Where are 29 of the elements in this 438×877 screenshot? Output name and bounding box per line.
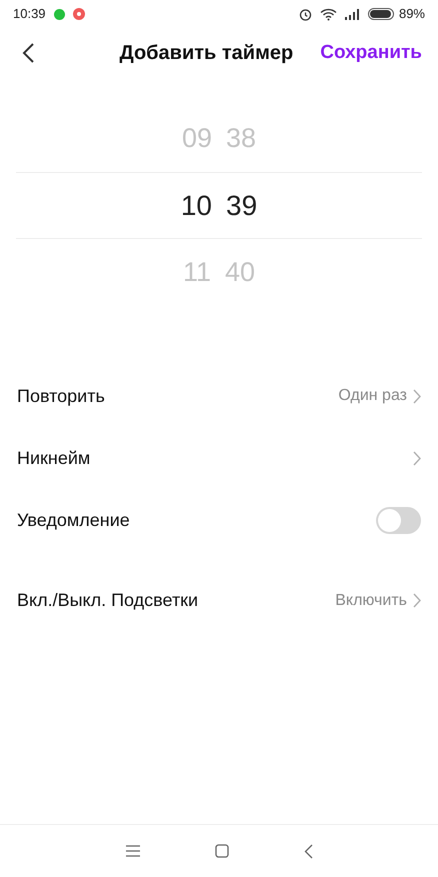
chevron-right-icon	[413, 388, 421, 404]
setting-value: Один раз	[338, 386, 407, 406]
setting-label: Уведомление	[17, 508, 131, 532]
alarm-icon	[298, 8, 312, 20]
settings-row[interactable]: Уведомление	[17, 489, 421, 551]
wifi-icon	[320, 8, 337, 20]
status-time: 10:39	[13, 5, 46, 24]
record-icon	[72, 8, 85, 20]
toggle-switch[interactable]	[376, 506, 421, 534]
battery-icon	[368, 8, 395, 20]
setting-value: Включить	[335, 590, 407, 610]
chevron-right-icon	[413, 593, 421, 608]
signal-icon	[344, 8, 360, 20]
save-button[interactable]: Сохранить	[320, 38, 422, 68]
chevron-right-icon	[413, 450, 421, 466]
settings-row[interactable]: Вкл./Выкл. Подсветки Включить	[17, 570, 421, 631]
minute-value[interactable]: 39	[226, 184, 258, 226]
menu-icon[interactable]	[126, 845, 140, 857]
setting-label: Вкл./Выкл. Подсветки	[17, 589, 200, 612]
hour-value[interactable]: 10	[180, 184, 212, 226]
chat-app-icon	[54, 8, 65, 20]
back-icon[interactable]	[304, 844, 312, 858]
setting-label: Никнейм	[17, 446, 92, 470]
settings-row[interactable]: Никнейм	[17, 427, 421, 489]
page-title: Добавить таймер	[119, 41, 294, 66]
settings-row[interactable]: Повторить Один раз	[17, 365, 421, 427]
battery-percent: 89%	[398, 5, 425, 24]
home-icon[interactable]	[214, 844, 228, 858]
setting-label: Повторить	[17, 384, 106, 408]
